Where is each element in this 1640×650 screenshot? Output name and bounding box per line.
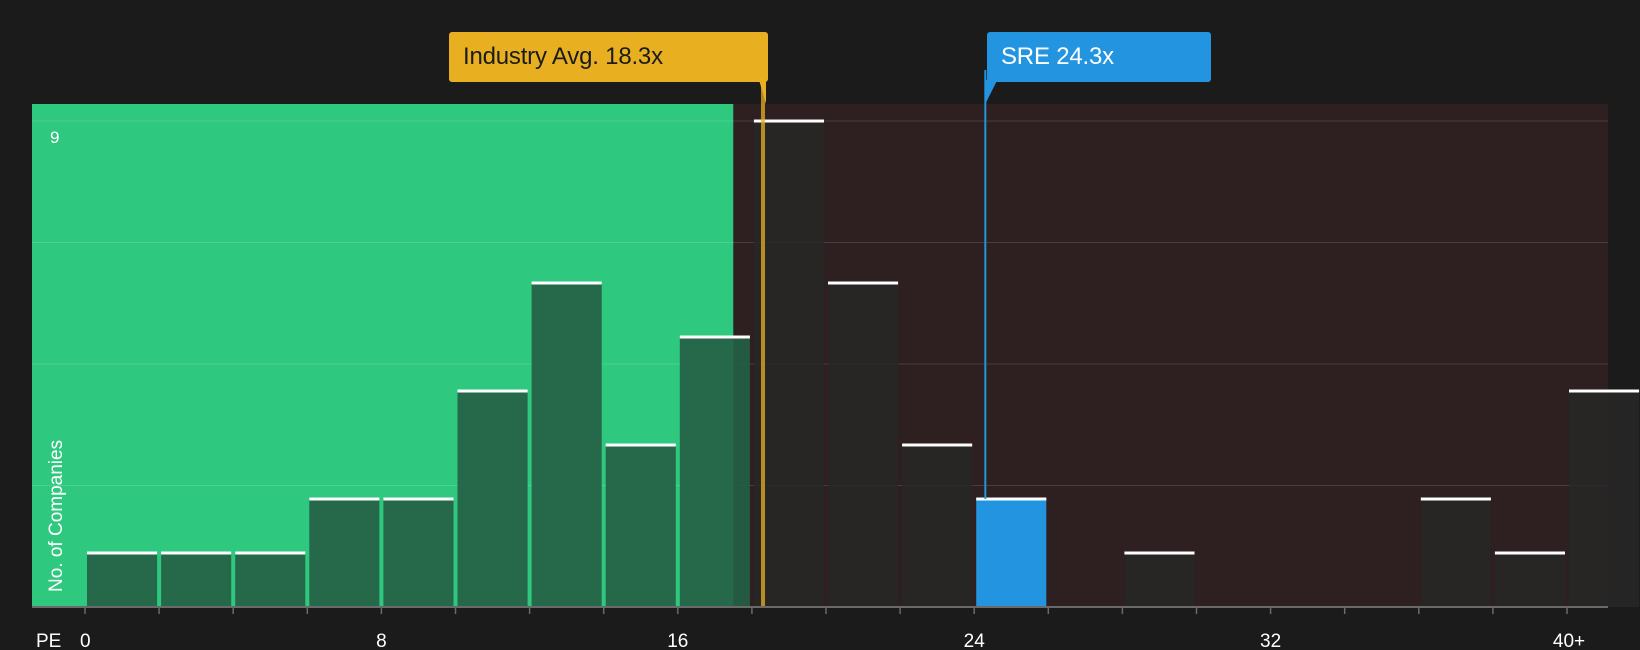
histogram-bar bbox=[902, 445, 973, 607]
bar-top-cap bbox=[309, 497, 380, 501]
histogram-bar bbox=[1420, 499, 1491, 607]
histogram-bar bbox=[383, 499, 454, 607]
bar-top-cap bbox=[1494, 551, 1565, 555]
y-axis-title: No. of Companies bbox=[46, 440, 67, 592]
bar-top-cap bbox=[457, 389, 528, 393]
company-pe-callout: SRE 24.3x bbox=[987, 32, 1211, 82]
bar-top-cap bbox=[1124, 551, 1195, 555]
histogram-bar bbox=[309, 499, 380, 607]
bar-top-cap bbox=[1420, 497, 1491, 501]
histogram-bar bbox=[235, 553, 306, 607]
bar-top-cap bbox=[531, 281, 602, 285]
company-callout-pointer bbox=[985, 80, 998, 104]
bar-top-cap bbox=[605, 443, 676, 447]
bar-top-cap bbox=[161, 551, 232, 555]
x-tick-label: 8 bbox=[376, 631, 387, 650]
pe-distribution-chart: 0 8 16 24 32 40+ 9 No. of Companies PE bbox=[32, 70, 1640, 650]
bar-top-cap bbox=[902, 443, 973, 447]
industry-average-callout: Industry Avg. 18.3x bbox=[449, 32, 768, 82]
x-tick-label: 24 bbox=[964, 631, 986, 650]
x-tick-label: 0 bbox=[80, 631, 91, 650]
x-axis-metric-label: PE bbox=[36, 631, 61, 650]
y-max-tick-label: 9 bbox=[50, 128, 59, 147]
bar-top-cap bbox=[87, 551, 158, 555]
bar-top-cap bbox=[235, 551, 306, 555]
histogram-bar bbox=[605, 445, 676, 607]
x-axis: 0 8 16 24 32 40+ bbox=[32, 606, 1608, 650]
bar-top-cap bbox=[679, 335, 750, 339]
bar-top-cap bbox=[1569, 389, 1640, 393]
histogram-bar bbox=[1569, 391, 1640, 607]
bar-top-cap bbox=[383, 497, 454, 501]
histogram-bar bbox=[679, 337, 750, 607]
histogram-bar bbox=[828, 283, 899, 607]
histogram-bar bbox=[976, 499, 1047, 607]
histogram-bar bbox=[161, 553, 232, 607]
bar-top-cap bbox=[828, 281, 899, 285]
histogram-bar bbox=[1124, 553, 1195, 607]
x-tick-label: 40+ bbox=[1553, 631, 1585, 650]
x-tick-label: 32 bbox=[1260, 631, 1281, 650]
histogram-bar bbox=[531, 283, 602, 607]
histogram-bar bbox=[457, 391, 528, 607]
bar-top-cap bbox=[976, 497, 1047, 501]
x-tick-label: 16 bbox=[667, 631, 688, 650]
histogram-bar bbox=[1494, 553, 1565, 607]
histogram-bar bbox=[87, 553, 158, 607]
